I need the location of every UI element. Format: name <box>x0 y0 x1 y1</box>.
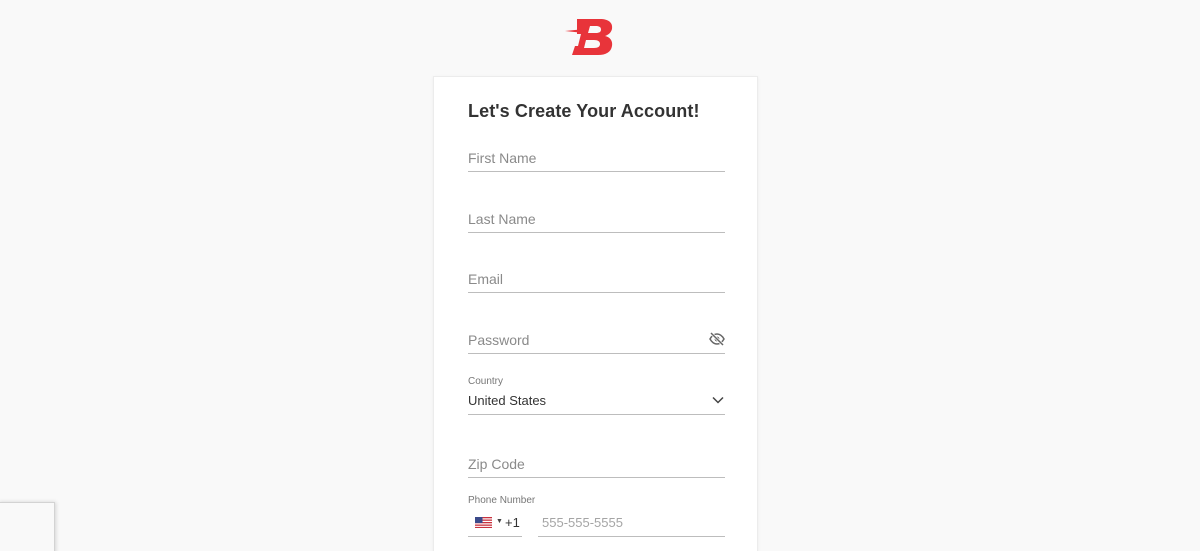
caret-down-icon: ▼ <box>496 518 503 525</box>
password-field <box>468 330 725 354</box>
form-title: Let's Create Your Account! <box>468 101 700 121</box>
password-input[interactable] <box>468 330 698 350</box>
recaptcha-badge[interactable] <box>0 502 55 551</box>
zip-code-field <box>468 454 725 478</box>
eye-slash-icon[interactable] <box>709 331 725 347</box>
phone-country-selector[interactable]: ▼ +1 <box>468 511 522 537</box>
phone-number-input[interactable] <box>538 511 729 533</box>
brand-logo-icon[interactable] <box>565 14 619 58</box>
country-value: United States <box>468 393 547 408</box>
zip-code-input[interactable] <box>468 454 725 474</box>
first-name-input[interactable] <box>468 148 725 168</box>
last-name-field <box>468 209 725 233</box>
phone-number-field <box>538 511 729 537</box>
last-name-input[interactable] <box>468 209 725 229</box>
country-code: +1 <box>505 515 520 530</box>
email-input[interactable] <box>468 269 725 289</box>
country-label: Country <box>468 376 504 387</box>
us-flag-icon <box>475 517 492 528</box>
phone-number-label: Phone Number <box>468 495 536 506</box>
signup-page: Let's Create Your Account! Country Unite… <box>0 0 1200 551</box>
signup-card: Let's Create Your Account! Country Unite… <box>433 76 758 551</box>
chevron-down-icon[interactable] <box>712 395 724 405</box>
email-field <box>468 269 725 293</box>
first-name-field <box>468 148 725 172</box>
country-select[interactable]: Country United States <box>468 375 725 415</box>
